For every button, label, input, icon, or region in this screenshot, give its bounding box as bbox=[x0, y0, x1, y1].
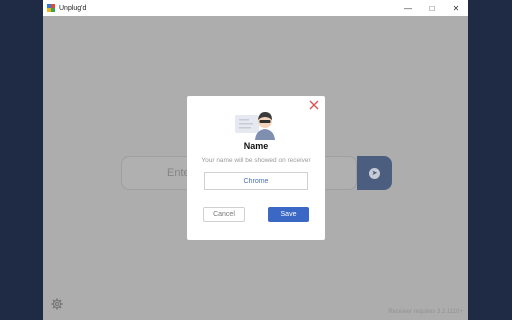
user-avatar-illustration-icon bbox=[235, 112, 275, 140]
cancel-button[interactable]: Cancel bbox=[203, 207, 245, 222]
title-bar: Unplug'd — □ ✕ bbox=[43, 0, 468, 16]
dialog-subtitle: Your name will be showed on receiver bbox=[201, 157, 311, 164]
name-dialog: Name Your name will be showed on receive… bbox=[187, 96, 325, 240]
minimize-button[interactable]: — bbox=[396, 0, 420, 16]
device-name-input[interactable] bbox=[204, 172, 308, 190]
app-window: Unplug'd — □ ✕ Ente ➤ Receiver requires … bbox=[43, 0, 468, 320]
maximize-button[interactable]: □ bbox=[420, 0, 444, 16]
close-window-button[interactable]: ✕ bbox=[444, 0, 468, 16]
close-window-icon: ✕ bbox=[452, 3, 460, 13]
minimize-icon: — bbox=[404, 3, 412, 13]
maximize-icon: □ bbox=[429, 3, 435, 13]
save-button[interactable]: Save bbox=[268, 207, 309, 222]
dialog-title: Name bbox=[243, 141, 269, 151]
window-title: Unplug'd bbox=[59, 4, 87, 12]
close-icon[interactable] bbox=[308, 99, 320, 111]
app-logo-icon bbox=[47, 4, 55, 12]
